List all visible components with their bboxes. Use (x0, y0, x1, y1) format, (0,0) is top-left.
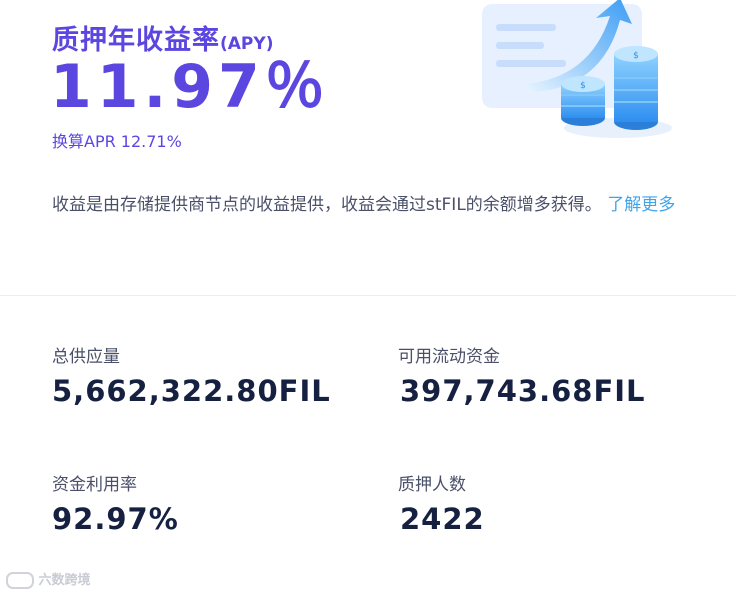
section-divider (0, 295, 736, 296)
coins-growth-arrow-icon: $ $ (482, 0, 672, 138)
svg-text:$: $ (633, 51, 639, 61)
apr-text: 换算APR 12.71% (52, 132, 182, 151)
hero-title-suffix: (APY) (220, 34, 274, 54)
watermark-logo-icon (6, 572, 34, 589)
available-liquidity-label: 可用流动资金 (398, 347, 500, 367)
stakers-value: 2422 (400, 502, 485, 536)
learn-more-link[interactable]: 了解更多 (607, 195, 675, 215)
description: 收益是由存储提供商节点的收益提供，收益会通过stFIL的余额增多获得。 了解更多 (52, 190, 712, 221)
stakers-label: 质押人数 (398, 475, 466, 495)
apy-rate: 11.97％ (50, 52, 330, 122)
watermark: 六数跨境 (6, 569, 91, 589)
available-liquidity-value: 397,743.68FIL (400, 374, 646, 408)
svg-text:$: $ (580, 81, 586, 91)
watermark-text: 六数跨境 (38, 573, 91, 588)
utilization-value: 92.97% (52, 502, 179, 536)
total-supply-label: 总供应量 (52, 347, 120, 367)
utilization-label: 资金利用率 (52, 475, 137, 495)
description-text: 收益是由存储提供商节点的收益提供，收益会通过stFIL的余额增多获得。 (52, 195, 602, 215)
total-supply-value: 5,662,322.80FIL (52, 374, 331, 408)
